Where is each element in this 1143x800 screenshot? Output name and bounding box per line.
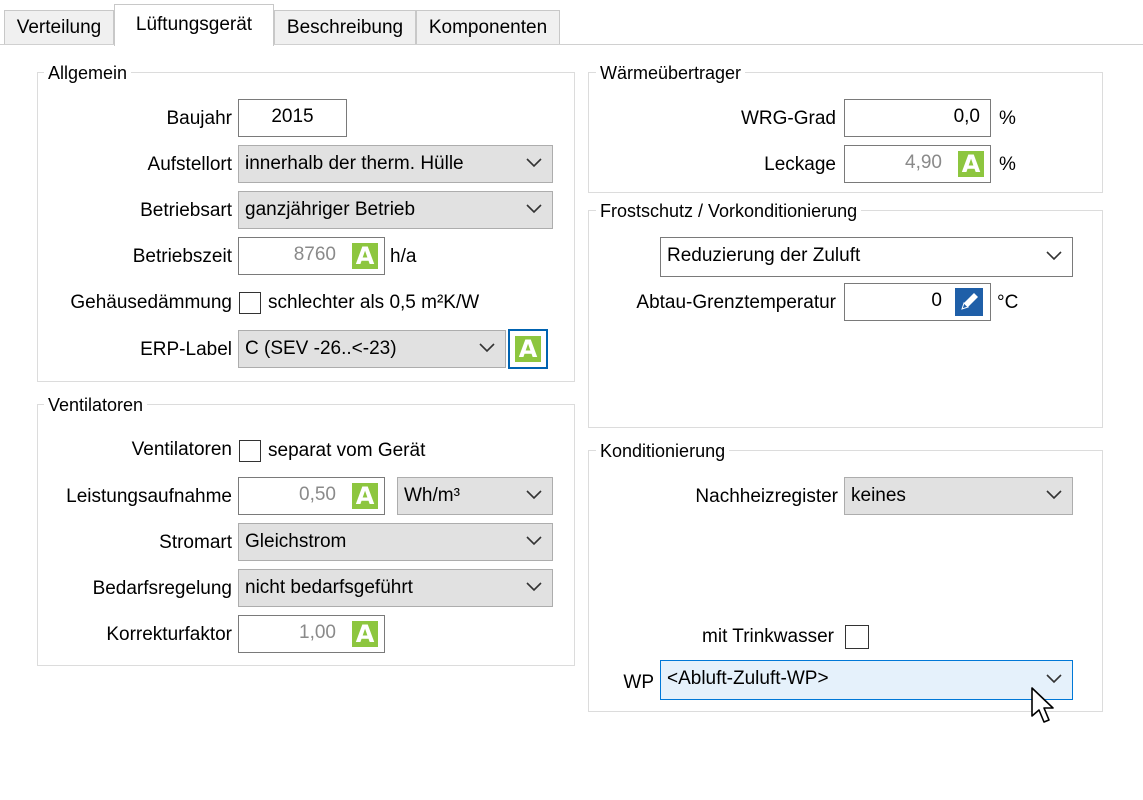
nachheiz-dropdown[interactable]: keines [844,477,1073,515]
chevron-down-icon [526,536,542,546]
stromart-value: Gleichstrom [245,531,347,552]
gehaeuse-checkbox[interactable] [239,292,261,314]
betriebszeit-unit: h/a [390,246,417,267]
chevron-down-icon [1046,490,1062,500]
betriebsart-dropdown[interactable]: ganzjähriger Betrieb [238,191,553,229]
aufstellort-label: Aufstellort [147,154,232,175]
gehaeuse-label: Gehäusedämmung [70,292,232,313]
auto-value-icon: A [957,150,985,178]
tab-beschreibung[interactable]: Beschreibung [274,10,416,44]
chevron-down-icon [526,582,542,592]
leistung-label: Leistungsaufnahme [66,486,232,507]
chevron-down-icon [1046,251,1062,261]
group-frostschutz-title: Frostschutz / Vorkonditionierung [596,200,862,222]
stromart-dropdown[interactable]: Gleichstrom [238,523,553,561]
baujahr-label: Baujahr [166,108,233,129]
chevron-down-icon [479,343,495,353]
aufstellort-dropdown[interactable]: innerhalb der therm. Hülle [238,145,553,183]
betriebsart-label: Betriebsart [140,200,232,221]
leckage-unit: % [999,154,1016,175]
leistung-unit-value: Wh/m³ [404,485,460,506]
erp-label: ERP-Label [140,339,232,360]
abtau-label: Abtau-Grenztemperatur [636,292,836,313]
nachheiz-label: Nachheizregister [695,486,838,507]
wp-value: <Abluft-Zuluft-WP> [667,668,829,689]
frostschutz-mode-dropdown[interactable]: Reduzierung der Zuluft [660,237,1073,277]
group-ventilatoren-title: Ventilatoren [44,394,148,416]
tab-komponenten[interactable]: Komponenten [416,10,560,44]
chevron-down-icon [526,158,542,168]
auto-value-icon: A [351,620,379,648]
wrg-field[interactable]: 0,0 [844,99,991,137]
tab-lueftungsgeraet[interactable]: Lüftungsgerät [114,4,274,46]
ventilatoren-label: Ventilatoren [131,439,232,460]
stromart-label: Stromart [159,532,232,553]
erp-value: C (SEV -26..<-23) [245,338,397,359]
group-allgemein-title: Allgemein [44,62,132,84]
wp-label: WP [623,672,654,693]
trinkwasser-label: mit Trinkwasser [702,626,834,647]
betriebsart-value: ganzjähriger Betrieb [245,199,416,220]
wrg-label: WRG-Grad [741,108,836,129]
nachheiz-value: keines [851,485,906,506]
frostschutz-mode-value: Reduzierung der Zuluft [667,245,861,266]
auto-value-icon: A [351,482,379,510]
chevron-down-icon [526,204,542,214]
auto-value-icon: A [351,242,379,270]
baujahr-field[interactable]: 2015 [238,99,347,137]
chevron-down-icon [526,490,542,500]
korrektur-label: Korrekturfaktor [106,624,232,645]
betriebszeit-label: Betriebszeit [132,246,232,267]
aufstellort-value: innerhalb der therm. Hülle [245,153,464,174]
trinkwasser-checkbox[interactable] [845,625,869,649]
ventilatoren-checkbox[interactable] [239,440,261,462]
leistung-unit-dropdown[interactable]: Wh/m³ [397,477,553,515]
mouse-cursor-icon [1031,687,1054,723]
gehaeuse-checkbox-label: schlechter als 0,5 m²K/W [268,292,480,313]
pencil-icon-glyph [961,293,978,310]
erp-dropdown[interactable]: C (SEV -26..<-23) [238,330,506,368]
ventilatoren-checkbox-label: separat vom Gerät [268,440,426,461]
wrg-unit: % [999,108,1016,129]
tab-bar: Verteilung Lüftungsgerät Beschreibung Ko… [0,0,1143,46]
bedarf-value: nicht bedarfsgeführt [245,577,413,598]
group-waermeuebertrager-title: Wärmeübertrager [596,62,746,84]
chevron-down-icon [1046,674,1062,684]
pencil-icon[interactable] [955,288,983,316]
wp-dropdown[interactable]: <Abluft-Zuluft-WP> [660,660,1073,700]
abtau-unit: °C [997,292,1019,313]
auto-value-icon: A [514,335,542,363]
tab-verteilung[interactable]: Verteilung [4,10,114,44]
bedarf-label: Bedarfsregelung [92,578,232,599]
leckage-label: Leckage [764,154,836,175]
bedarf-dropdown[interactable]: nicht bedarfsgeführt [238,569,553,607]
erp-auto-button[interactable]: A [508,329,548,369]
group-konditionierung-title: Konditionierung [596,440,730,462]
